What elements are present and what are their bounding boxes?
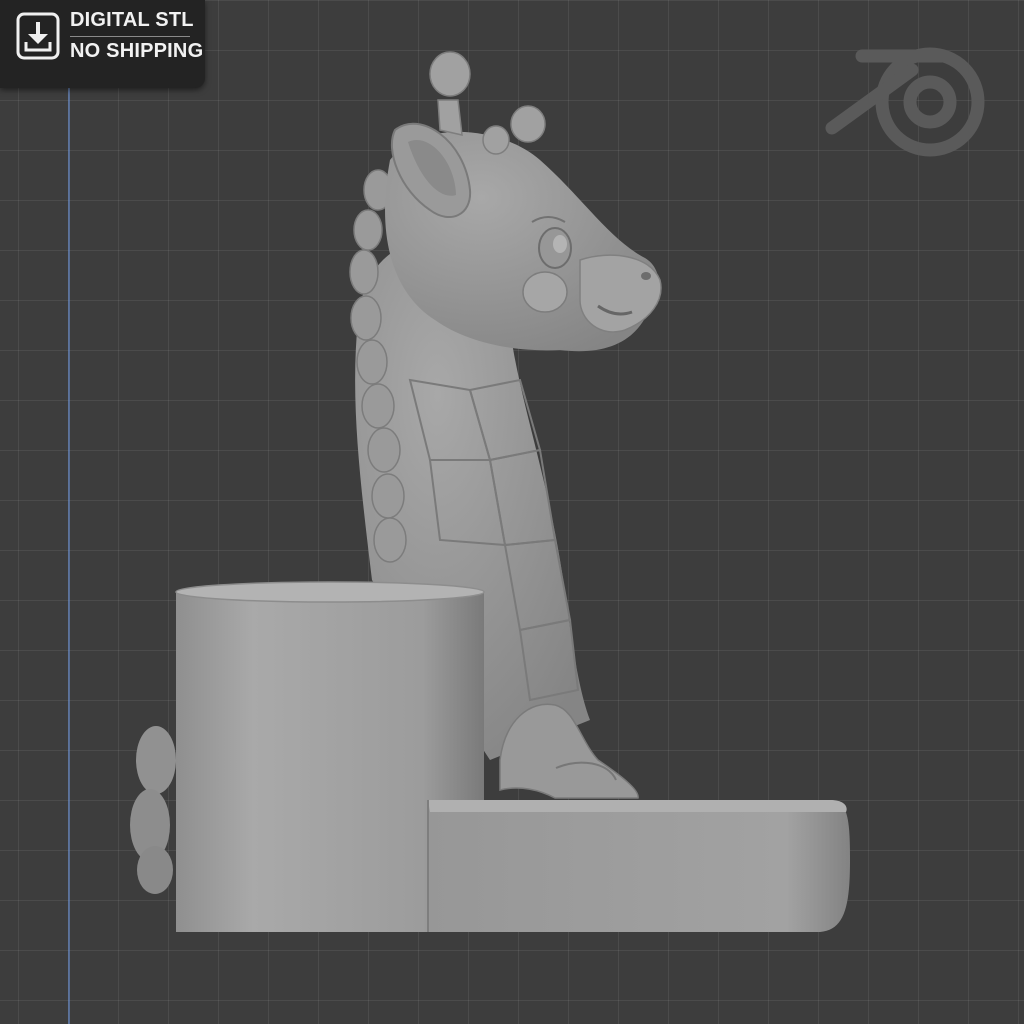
- 3d-viewport[interactable]: DIGITAL STL NO SHIPPING: [0, 0, 1024, 1024]
- giraffe-leg: [499, 703, 639, 799]
- badge-subtitle: NO SHIPPING: [70, 40, 204, 62]
- digital-stl-badge: DIGITAL STL NO SHIPPING: [0, 0, 205, 88]
- low-tray: [427, 800, 850, 932]
- giraffe-cheek: [522, 271, 568, 313]
- badge-title: DIGITAL STL: [70, 9, 194, 31]
- badge-divider: [70, 36, 190, 37]
- giraffe-pen-holder-model: [130, 51, 850, 932]
- giraffe-snout: [579, 254, 662, 333]
- tail-detail: [130, 726, 176, 894]
- download-icon: [16, 12, 60, 60]
